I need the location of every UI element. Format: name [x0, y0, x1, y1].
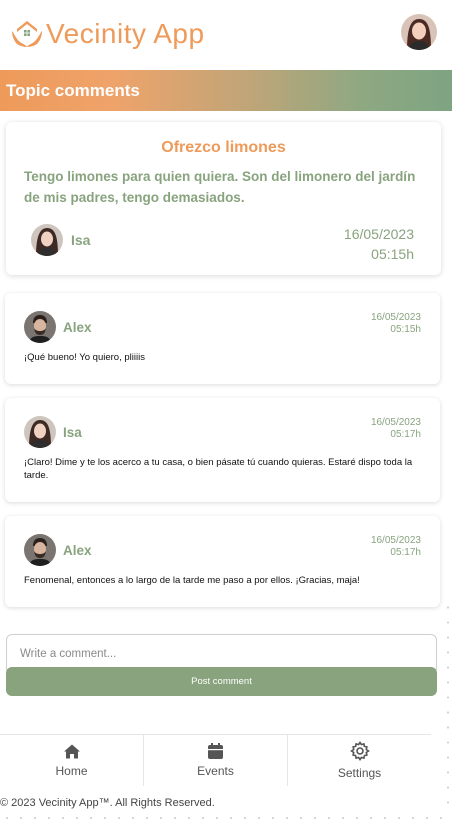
app-header: Vecinity App	[0, 0, 452, 68]
avatar	[24, 416, 56, 448]
comment-card: Isa 16/05/2023 05:17h ¡Claro! Dime y te …	[5, 398, 440, 502]
comment-date: 16/05/2023	[370, 417, 421, 428]
nav-item-home[interactable]: Home	[0, 735, 144, 786]
topic-body: Tengo limones para quien quiera. Son del…	[24, 169, 416, 205]
topic-author-name: Isa	[71, 232, 91, 248]
comment-text: ¡Claro! Dime y te los acerco a tu casa, …	[24, 457, 413, 481]
bottom-nav: Home Events Settings	[0, 734, 431, 786]
comment-text: Fenomenal, entonces a lo largo de la tar…	[24, 575, 360, 586]
comment-card: Alex 16/05/2023 05:17h Fenomenal, entonc…	[5, 516, 440, 607]
comment-timestamp: 16/05/2023 05:15h	[371, 312, 421, 336]
avatar	[31, 224, 63, 256]
nav-label-events: Events	[197, 764, 234, 778]
comment-author-name: Alex	[63, 542, 92, 558]
calendar-icon	[208, 743, 223, 759]
app-logo[interactable]: Vecinity App	[10, 12, 205, 56]
comment-author[interactable]: Alex	[24, 534, 92, 566]
post-comment-button[interactable]: Post comment	[6, 667, 437, 696]
gear-icon	[349, 741, 370, 761]
topic-card: Ofrezco limones Tengo limones para quien…	[6, 122, 441, 275]
comment-timestamp: 16/05/2023 05:17h	[371, 535, 421, 559]
comment-card: Alex 16/05/2023 05:15h ¡Qué bueno! Yo qu…	[5, 293, 440, 384]
nav-label-settings: Settings	[337, 766, 382, 780]
user-avatar-image	[401, 14, 437, 50]
comment-time: 05:15h	[390, 324, 421, 335]
decorative-dots	[0, 816, 452, 820]
avatar	[24, 311, 56, 343]
home-icon	[63, 744, 80, 758]
comment-author-name: Isa	[63, 424, 82, 440]
comment-time: 05:17h	[390, 429, 421, 440]
footer-copyright: © 2023 Vecinity App™. All Rights Reserve…	[0, 797, 215, 809]
topic-title: Ofrezco limones	[161, 139, 286, 156]
comment-text: ¡Qué bueno! Yo quiero, pliiiis	[24, 352, 145, 363]
app-name: Vecinity App	[46, 18, 205, 49]
user-avatar[interactable]	[401, 14, 437, 50]
comment-date: 16/05/2023	[370, 312, 421, 323]
decorative-dots	[446, 600, 450, 810]
comment-timestamp: 16/05/2023 05:17h	[371, 417, 421, 441]
topic-author[interactable]: Isa	[31, 224, 90, 256]
comment-author[interactable]: Isa	[24, 416, 82, 448]
page-title-bar: Topic comments	[0, 70, 452, 111]
nav-item-settings[interactable]: Settings	[288, 735, 431, 786]
comment-date: 16/05/2023	[370, 535, 421, 546]
page-title: Topic comments	[6, 80, 140, 100]
nav-label-home: Home	[55, 763, 88, 778]
hands-house-icon	[12, 21, 42, 47]
topic-timestamp: 16/05/2023 05:15h	[344, 224, 414, 264]
comment-time: 05:17h	[390, 547, 421, 558]
topic-date: 16/05/2023	[343, 226, 414, 242]
avatar	[24, 534, 56, 566]
comment-author-name: Alex	[63, 319, 92, 335]
comment-author[interactable]: Alex	[24, 311, 92, 343]
topic-time: 05:15h	[371, 246, 414, 262]
nav-item-events[interactable]: Events	[144, 735, 288, 786]
